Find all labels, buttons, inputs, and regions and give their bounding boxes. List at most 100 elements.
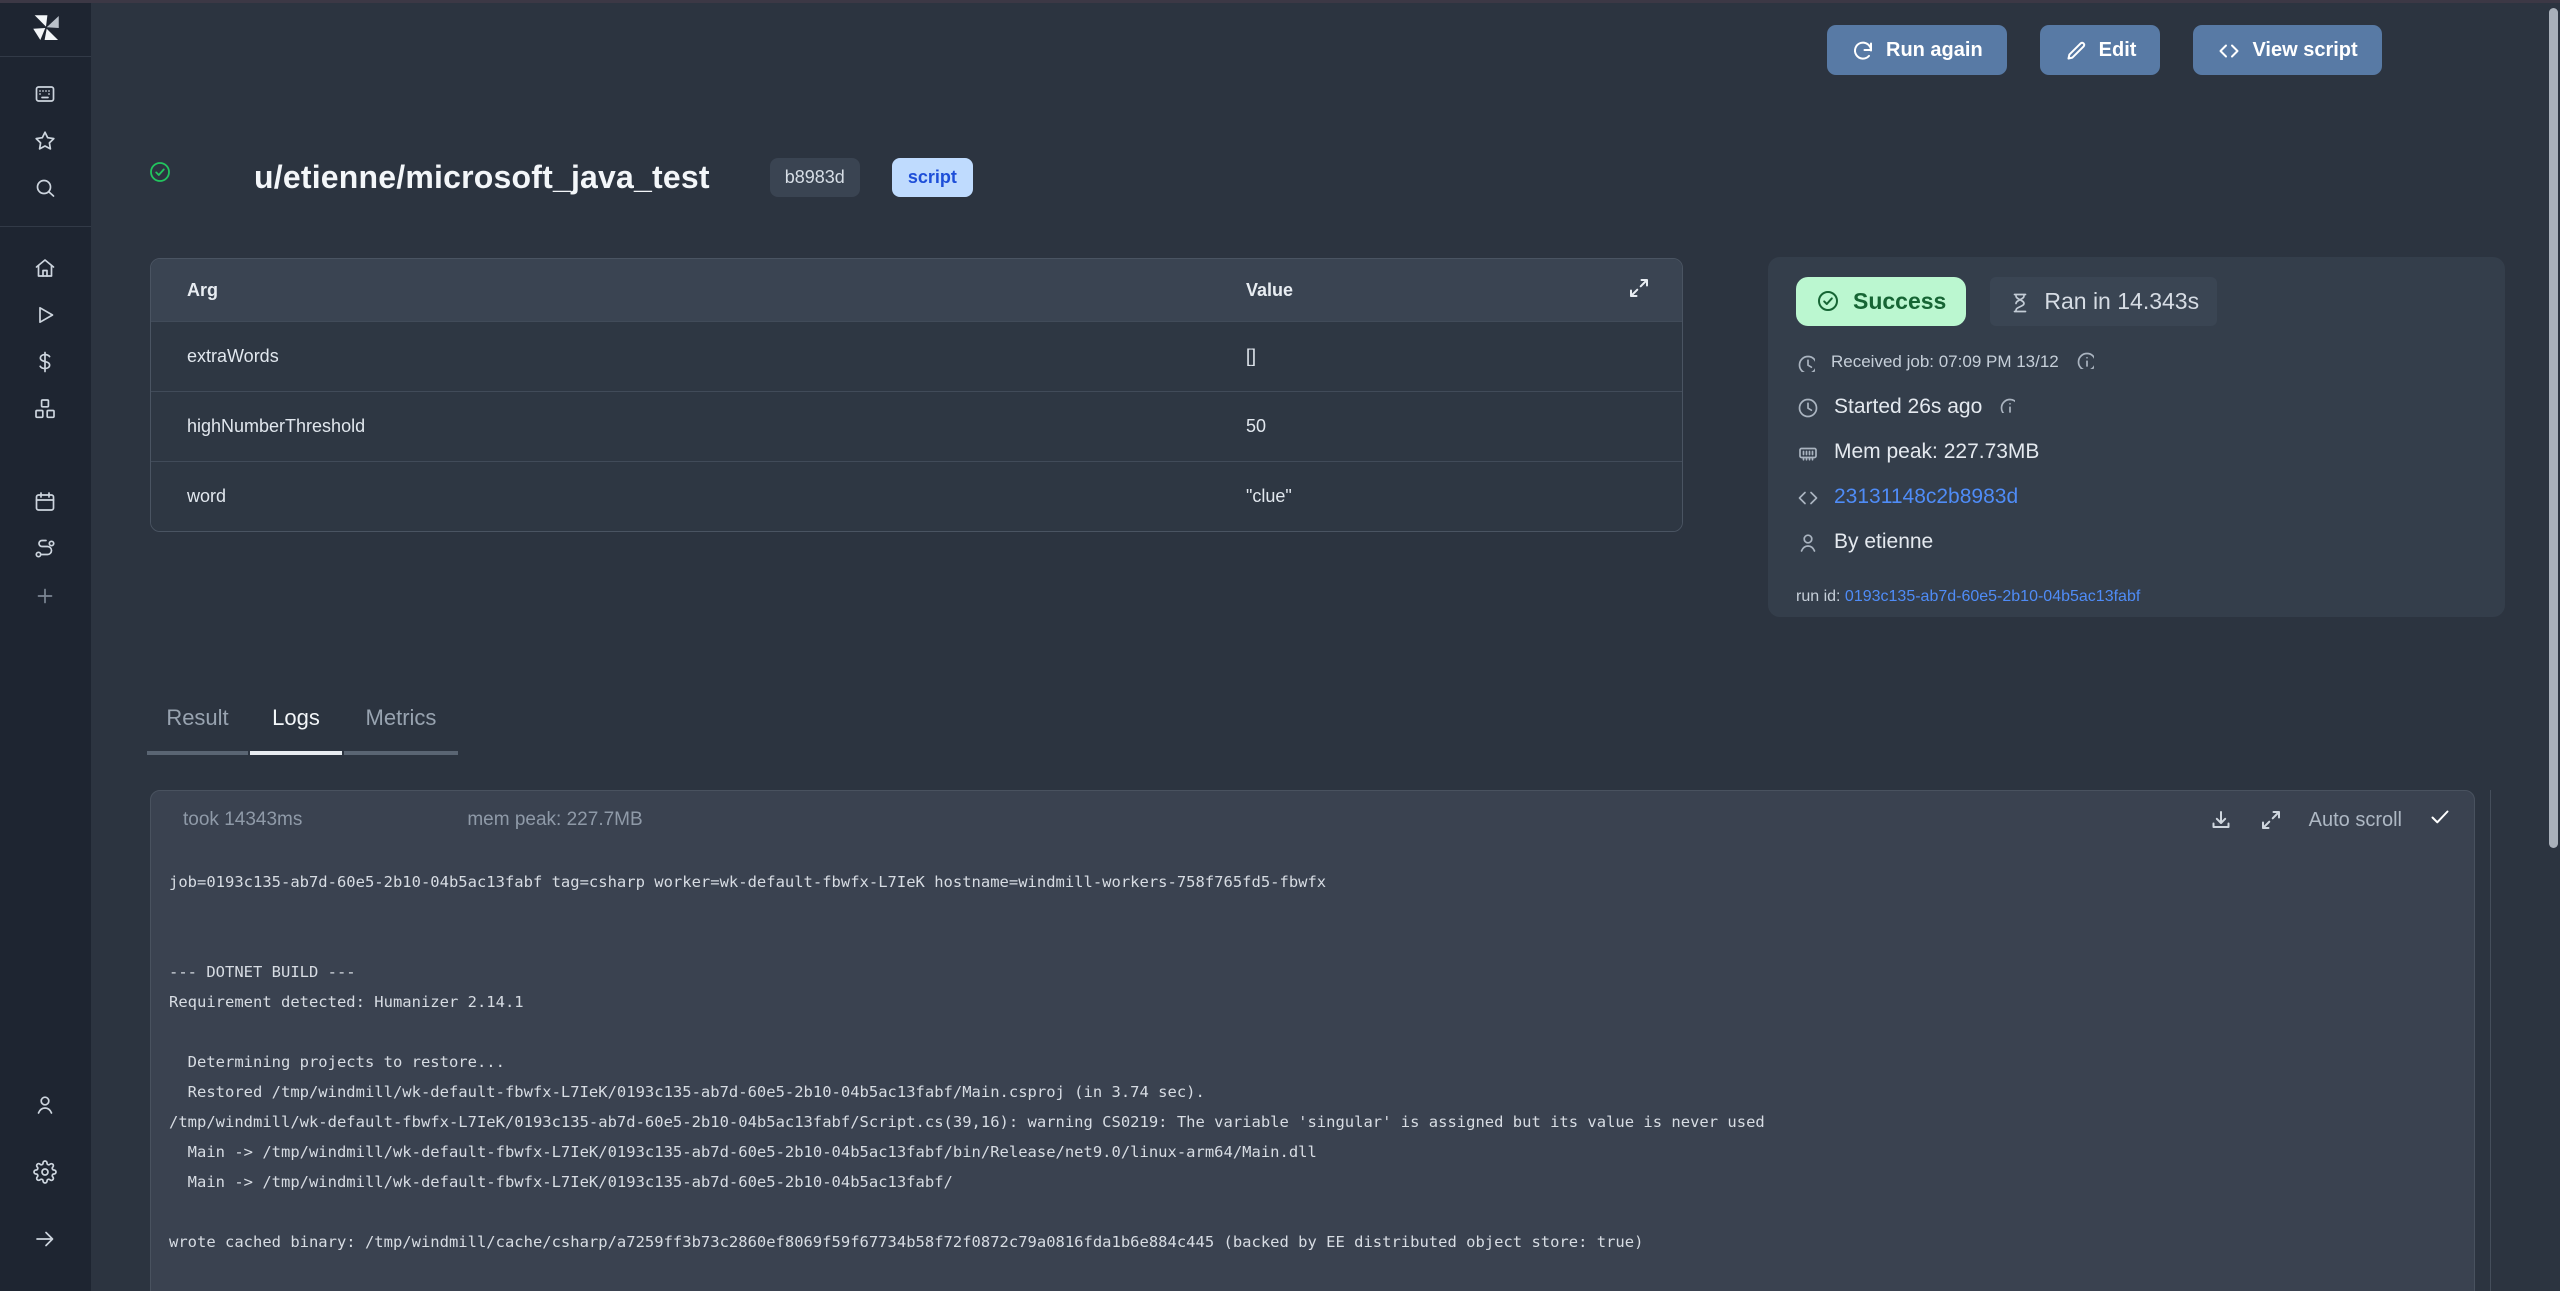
- sidebar-item-variables[interactable]: [0, 339, 91, 386]
- started-text: Started 26s ago: [1834, 395, 1982, 419]
- edit-button[interactable]: Edit: [2040, 25, 2161, 75]
- user-icon: [1796, 531, 1818, 553]
- script-type-badge[interactable]: script: [892, 158, 973, 197]
- view-script-button[interactable]: View script: [2193, 25, 2381, 75]
- star-icon: [33, 129, 58, 154]
- duration-label: Ran in 14.343s: [2044, 288, 2199, 315]
- table-row: extraWords []: [151, 321, 1682, 391]
- sidebar-item-workflows[interactable]: [0, 526, 91, 573]
- script-hash-line: 23131148c2b8983d: [1796, 485, 2477, 509]
- page-title: u/etienne/microsoft_java_test: [254, 159, 710, 196]
- logs-header: took 14343ms mem peak: 227.7MB Auto scro…: [151, 791, 2474, 849]
- route-icon: [33, 537, 58, 562]
- title-row: u/etienne/microsoft_java_test b8983d scr…: [148, 158, 973, 197]
- tab-metrics[interactable]: Metrics: [344, 705, 458, 755]
- gear-icon: [33, 1160, 58, 1185]
- sidebar-item-home[interactable]: [0, 245, 91, 292]
- sidebar-item-apps[interactable]: [0, 71, 91, 118]
- info-icon[interactable]: [1998, 395, 2015, 419]
- apps-icon: [33, 82, 58, 107]
- memory-icon: [1796, 441, 1818, 463]
- sidebar-item-account[interactable]: [0, 1082, 91, 1129]
- hash-badge[interactable]: b8983d: [770, 158, 860, 197]
- info-icon[interactable]: [2075, 350, 2094, 374]
- search-icon: [33, 176, 58, 201]
- status-label: Success: [1853, 288, 1946, 315]
- arg-value: "clue": [1246, 486, 1682, 507]
- windmill-logo-icon: [29, 11, 63, 45]
- run-again-button[interactable]: Run again: [1827, 25, 2007, 75]
- arg-name: highNumberThreshold: [151, 416, 1246, 437]
- clock-icon: [1796, 353, 1815, 372]
- run-info-panel: Success Ran in 14.343s Received job: 07:…: [1768, 257, 2505, 617]
- user-icon: [33, 1093, 58, 1118]
- run-id-label: run id:: [1796, 588, 1840, 605]
- run-id-row: run id: 0193c135-ab7d-60e5-2b10-04b5ac13…: [1796, 588, 2477, 606]
- arg-value: 50: [1246, 416, 1682, 437]
- expand-args-icon[interactable]: [1627, 276, 1654, 308]
- sidebar-item-favorites[interactable]: [0, 118, 91, 165]
- started-line: Started 26s ago: [1796, 395, 2477, 419]
- script-hash-link[interactable]: 23131148c2b8983d: [1834, 485, 2018, 509]
- refresh-icon: [1851, 39, 1873, 61]
- sidebar-item-search[interactable]: [0, 165, 91, 212]
- hourglass-icon: [2008, 291, 2030, 313]
- home-icon: [33, 256, 58, 281]
- logs-took: took 14343ms: [183, 809, 302, 831]
- arg-name: extraWords: [151, 346, 1246, 367]
- auto-scroll-checkbox[interactable]: [2428, 805, 2452, 835]
- sidebar-item-resources[interactable]: [0, 386, 91, 433]
- top-border: [0, 0, 2560, 3]
- clock-icon: [1796, 396, 1818, 418]
- mem-peak-text: Mem peak: 227.73MB: [1834, 440, 2039, 464]
- sidebar-divider: [0, 226, 91, 227]
- args-table-header: Arg Value: [151, 259, 1682, 321]
- run-again-label: Run again: [1886, 39, 1983, 62]
- checkmark-icon: [2428, 805, 2452, 829]
- edit-label: Edit: [2099, 39, 2137, 62]
- result-tabs: Result Logs Metrics: [147, 705, 458, 755]
- sidebar-item-runs[interactable]: [0, 292, 91, 339]
- sidebar-item-settings[interactable]: [0, 1149, 91, 1196]
- code-icon: [2217, 39, 2239, 61]
- plus-icon: [33, 584, 58, 609]
- header-actions: Run again Edit View script: [1827, 25, 2382, 75]
- run-id-link[interactable]: 0193c135-ab7d-60e5-2b10-04b5ac13fabf: [1845, 588, 2140, 605]
- arg-name: word: [151, 486, 1246, 507]
- cubes-icon: [33, 397, 58, 422]
- logs-mem-peak: mem peak: 227.7MB: [467, 809, 642, 831]
- args-table: Arg Value extraWords [] highNumberThresh…: [150, 258, 1683, 532]
- received-job-line: Received job: 07:09 PM 13/12: [1796, 350, 2477, 374]
- received-job-text: Received job: 07:09 PM 13/12: [1831, 352, 2059, 372]
- code-icon: [1796, 486, 1818, 508]
- play-icon: [33, 303, 58, 328]
- download-icon[interactable]: [2209, 808, 2233, 832]
- windmill-logo[interactable]: [0, 0, 91, 57]
- triggered-by-line: By etienne: [1796, 530, 2477, 554]
- sidebar-item-schedules[interactable]: [0, 479, 91, 526]
- triggered-by-text: By etienne: [1834, 530, 1933, 554]
- dollar-icon: [33, 350, 58, 375]
- pencil-icon: [2064, 39, 2086, 61]
- value-column-header: Value: [1246, 280, 1682, 301]
- view-script-label: View script: [2252, 39, 2357, 62]
- expand-icon[interactable]: [2259, 808, 2283, 832]
- log-output: job=0193c135-ab7d-60e5-2b10-04b5ac13fabf…: [151, 849, 2474, 1257]
- sidebar-item-add[interactable]: [0, 573, 91, 620]
- table-row: highNumberThreshold 50: [151, 391, 1682, 461]
- check-circle-icon: [1816, 289, 1841, 314]
- tab-result[interactable]: Result: [147, 705, 248, 755]
- table-row: word "clue": [151, 461, 1682, 531]
- tab-logs[interactable]: Logs: [250, 705, 342, 755]
- arg-column-header: Arg: [151, 280, 1246, 301]
- auto-scroll-label: Auto scroll: [2309, 809, 2402, 832]
- logs-panel: took 14343ms mem peak: 227.7MB Auto scro…: [150, 790, 2475, 1291]
- panel-edge-divider: [2490, 790, 2491, 1291]
- sidebar-collapse-toggle[interactable]: [0, 1216, 91, 1263]
- sidebar: [0, 0, 91, 1291]
- arrow-right-icon: [33, 1227, 58, 1252]
- calendar-icon: [33, 490, 58, 515]
- duration-chip: Ran in 14.343s: [1990, 277, 2217, 326]
- status-badge: Success: [1796, 277, 1966, 326]
- vertical-scrollbar[interactable]: [2549, 8, 2558, 848]
